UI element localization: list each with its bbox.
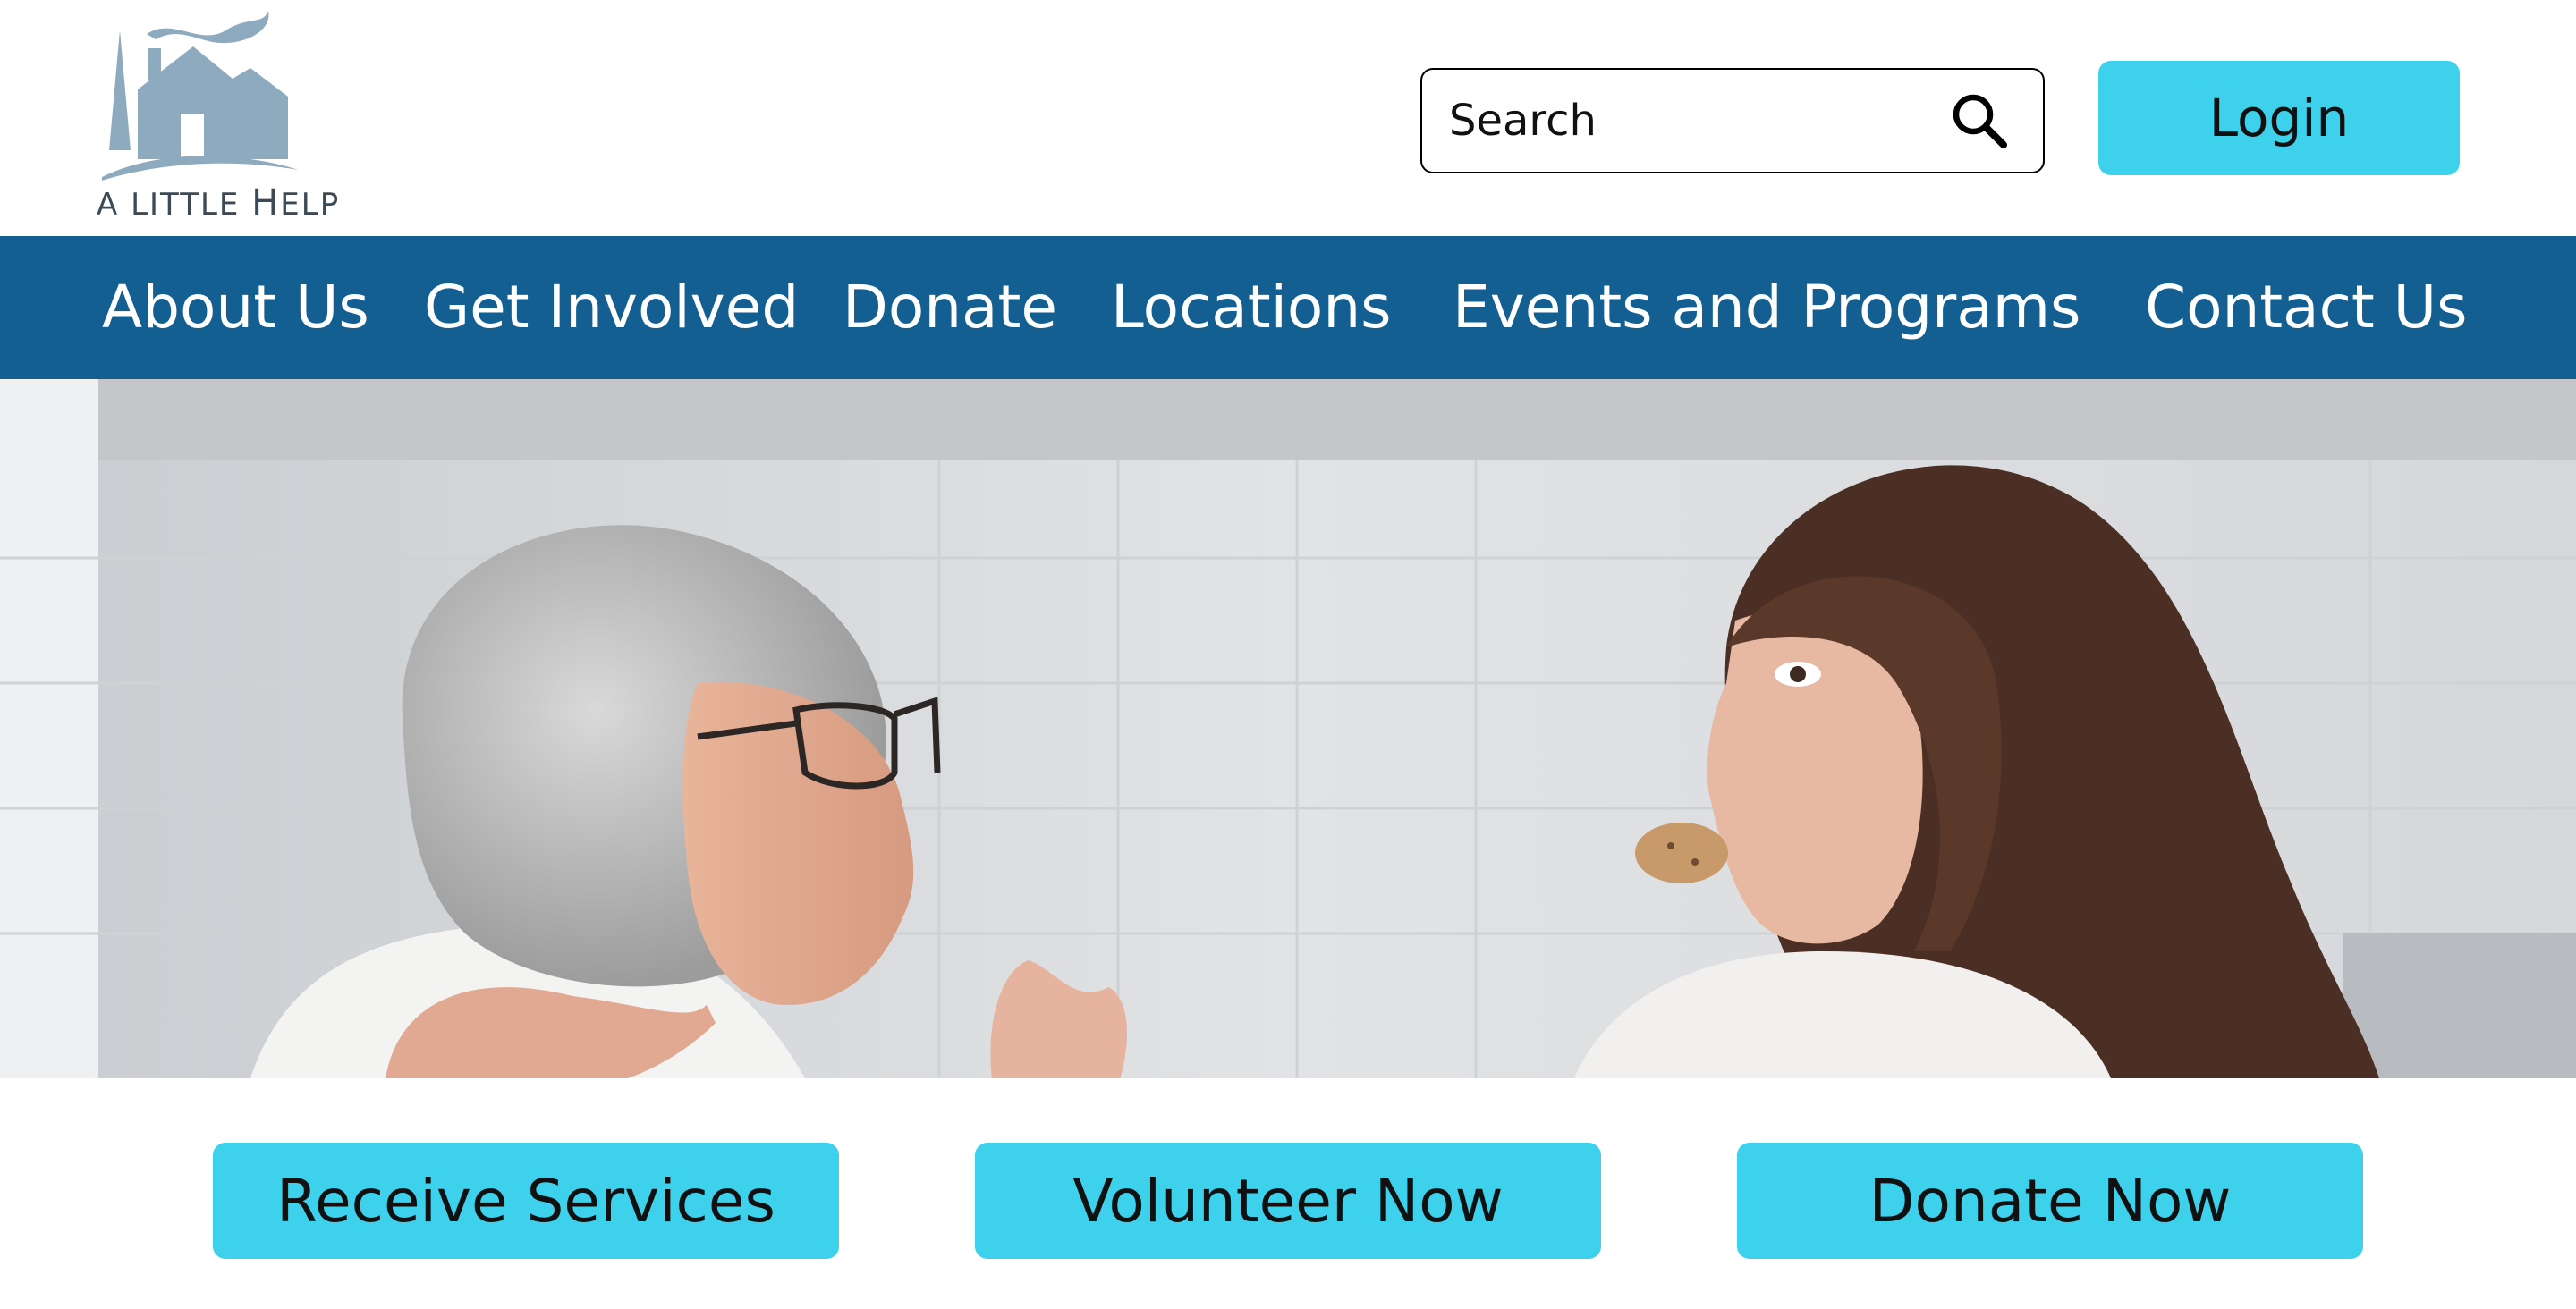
search-box[interactable]	[1420, 68, 2045, 173]
magnifier-icon[interactable]	[1950, 91, 2009, 150]
nav-item-events-and-programs[interactable]: Events and Programs	[1453, 236, 2080, 379]
nav-item-get-involved[interactable]: Get Involved	[424, 236, 799, 379]
site-logo[interactable]: A LITTLE HELP	[93, 7, 338, 224]
login-button[interactable]: Login	[2098, 61, 2460, 175]
logo-text-ittle: ITTLE	[149, 187, 252, 223]
nav-item-donate[interactable]: Donate	[843, 236, 1057, 379]
house-logo-icon	[102, 11, 299, 181]
logo-wordmark: A LITTLE HELP	[97, 182, 340, 224]
nav-item-about-us[interactable]: About Us	[102, 236, 369, 379]
nav-item-contact-us[interactable]: Contact Us	[2145, 236, 2467, 379]
logo-text-h: H	[251, 182, 281, 224]
volunteer-now-button[interactable]: Volunteer Now	[975, 1143, 1601, 1259]
main-nav: About Us Get Involved Donate Locations E…	[0, 236, 2576, 379]
nav-item-locations[interactable]: Locations	[1111, 236, 1392, 379]
hero-image	[0, 379, 2576, 1078]
logo-text-a-l: A L	[97, 187, 150, 223]
receive-services-button[interactable]: Receive Services	[213, 1143, 839, 1259]
search-input[interactable]	[1449, 70, 1950, 171]
donate-now-button[interactable]: Donate Now	[1737, 1143, 2363, 1259]
hero-photo-illustration	[0, 379, 2576, 1078]
logo-text-elp: ELP	[280, 187, 341, 223]
